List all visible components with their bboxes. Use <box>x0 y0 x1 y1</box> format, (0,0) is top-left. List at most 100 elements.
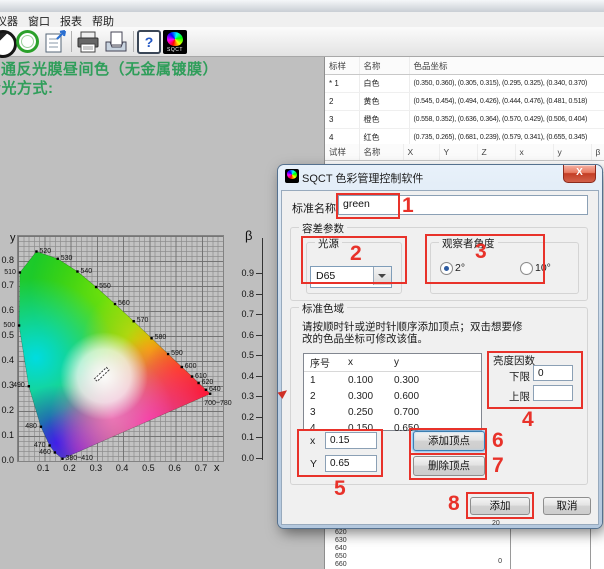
wavelength-label: 470 <box>30 442 46 449</box>
standards-cell-coords: (0.350, 0.360), (0.305, 0.315), (0.295, … <box>409 75 604 93</box>
cancel-button[interactable]: 取消 <box>543 497 591 515</box>
y-tick-label: 0.1 <box>0 430 14 440</box>
standards-row[interactable]: 2黄色(0.545, 0.454), (0.494, 0.426), (0.44… <box>325 93 604 111</box>
standards-cell-id: * 1 <box>325 75 359 93</box>
printer-icon[interactable] <box>76 30 100 54</box>
beta-tick <box>256 376 262 377</box>
x-tick-label: 0.7 <box>194 463 208 473</box>
target-icon[interactable] <box>0 30 17 58</box>
standards-cell-name: 橙色 <box>359 111 409 129</box>
standards-row[interactable]: 3橙色(0.558, 0.352), (0.636, 0.364), (0.57… <box>325 111 604 129</box>
page-title: 通反光膜昼间色（无金属镀膜） <box>1 58 218 79</box>
table-column-line <box>590 528 591 569</box>
x-tick-label: 0.1 <box>36 463 50 473</box>
table-column-line <box>510 528 511 569</box>
y-tick-label: 0.5 <box>0 330 14 340</box>
beta-tick-label: 0.7 <box>233 309 254 319</box>
annotation-box-8 <box>466 492 534 519</box>
standards-cell-id: 3 <box>325 111 359 129</box>
beta-tick-label: 0.6 <box>233 330 254 340</box>
vertex-cell: 0.600 <box>388 388 434 404</box>
y-tick-label: 0.7 <box>0 280 14 290</box>
wavelength-dot <box>95 286 97 288</box>
wavelength-label: 550 <box>99 283 111 290</box>
help-icon[interactable]: ? <box>137 30 161 54</box>
green-ring-icon[interactable] <box>16 30 39 53</box>
wavelength-dot <box>191 375 193 377</box>
wavelength-label: 510 <box>0 269 16 276</box>
vertex-cell: 1 <box>304 372 342 389</box>
vertex-cell: 0.300 <box>342 388 388 404</box>
vertex-cell: 3 <box>304 404 342 420</box>
col-standard-id: 标样 <box>325 57 359 75</box>
wavelength-dot <box>167 353 169 355</box>
standards-row[interactable]: * 1白色(0.350, 0.360), (0.305, 0.315), (0.… <box>325 75 604 93</box>
beta-tick-label: 0.2 <box>233 412 254 422</box>
x-tick-label: 0.2 <box>63 463 77 473</box>
standards-header-row: 标样 名称 色品坐标 <box>325 57 604 75</box>
wavelength-label: 540 <box>80 268 92 275</box>
vertex-row[interactable]: 30.2500.700 <box>304 404 481 420</box>
output-tray-icon[interactable] <box>104 30 128 54</box>
wavelength-dot <box>197 382 199 384</box>
beta-tick <box>256 417 262 418</box>
y-tick-label: 0.8 <box>0 255 14 265</box>
wavelength-dot <box>57 258 59 260</box>
beta-tick-label: 0.4 <box>233 371 254 381</box>
beta-tick <box>256 396 262 397</box>
table-value-zero: 0 <box>486 558 502 565</box>
wavelength-dot <box>114 303 116 305</box>
report-export-icon[interactable] <box>44 30 68 54</box>
beta-tick <box>256 437 262 438</box>
beta-tick-label: 0.1 <box>233 432 254 442</box>
vertex-cell: 0.250 <box>342 404 388 420</box>
wavelength-item: 650 <box>335 553 347 560</box>
wavelength-label: 460 <box>35 449 51 456</box>
gamut-fill <box>0 228 300 478</box>
annotation-number-1: 1 <box>402 195 414 216</box>
annotation-number-7: 7 <box>492 455 504 476</box>
wavelength-item: 620 <box>335 529 347 536</box>
annotation-box-7 <box>409 453 487 480</box>
standards-cell-coords: (0.558, 0.352), (0.636, 0.364), (0.570, … <box>409 111 604 129</box>
beta-tick-label: 0.3 <box>233 391 254 401</box>
annotation-box-6 <box>409 428 487 455</box>
vertex-row[interactable]: 10.1000.300 <box>304 372 481 389</box>
standards-cell-name: 白色 <box>359 75 409 93</box>
annotation-number-8: 8 <box>448 493 460 514</box>
annotation-number-4: 4 <box>522 409 534 430</box>
standards-table[interactable]: 标样 名称 色品坐标 * 1白色(0.350, 0.360), (0.305, … <box>325 57 604 147</box>
close-icon[interactable]: X <box>563 165 596 183</box>
col-vertex-y: y <box>388 354 434 372</box>
samples-header-row: 试样名称XYZxyβ <box>325 144 604 161</box>
toolbar-separator <box>133 31 134 52</box>
wavelength-dot <box>35 250 37 252</box>
wavelength-dot <box>209 393 211 395</box>
wavelength-dot <box>54 451 56 453</box>
menu-bar: 仪器窗口报表帮助 <box>0 12 604 28</box>
col-vertex-index: 序号 <box>304 354 342 372</box>
beta-tick <box>256 355 262 356</box>
y-tick-label: 0.6 <box>0 305 14 315</box>
wavelength-item: 630 <box>335 537 347 544</box>
vertex-cell: 0.100 <box>342 372 388 389</box>
x-tick-label: 0.4 <box>115 463 129 473</box>
col-vertex-x: x <box>342 354 388 372</box>
y-tick-label: 0.2 <box>0 405 14 415</box>
wavelength-dot <box>40 426 42 428</box>
wavelength-label: 520 <box>39 248 51 255</box>
beta-tick <box>256 458 262 459</box>
wavelength-label: 530 <box>61 255 73 262</box>
y-tick-label: 0.0 <box>0 455 14 465</box>
vertex-row[interactable]: 20.3000.600 <box>304 388 481 404</box>
x-tick-label: 0.5 <box>141 463 155 473</box>
wavelength-label: 640 <box>209 386 221 393</box>
sqct-logo-icon[interactable]: SQCT <box>163 30 187 54</box>
wavelength-dot <box>18 324 20 326</box>
sqct-logo-text: SQCT <box>163 47 187 53</box>
wavelength-label: 570 <box>137 317 149 324</box>
beta-tick <box>256 335 262 336</box>
vertex-table[interactable]: 序号 x y 10.1000.30020.3000.60030.2500.700… <box>303 353 482 431</box>
spectral-locus-plot <box>0 228 300 478</box>
wavelength-dot <box>181 366 183 368</box>
